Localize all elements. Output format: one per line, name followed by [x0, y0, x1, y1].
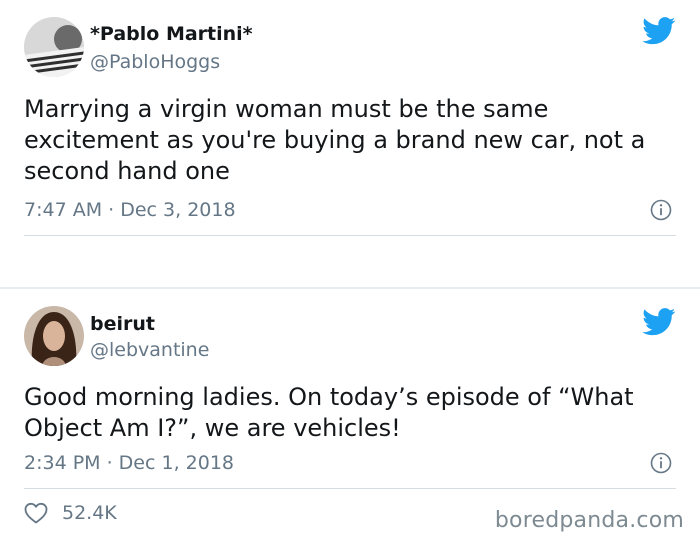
- tweet-card-2: beirut @lebvantine Good morning ladies. …: [0, 290, 700, 542]
- tweet-timestamp[interactable]: 7:47 AM · Dec 3, 2018: [24, 199, 236, 221]
- like-button[interactable]: 52.4K: [24, 502, 117, 524]
- heart-icon: [24, 502, 48, 524]
- divider: [24, 488, 676, 489]
- display-name[interactable]: *Pablo Martini*: [90, 23, 253, 45]
- tweet-timestamp[interactable]: 2:34 PM · Dec 1, 2018: [24, 452, 234, 474]
- twitter-bird-icon[interactable]: [642, 17, 676, 45]
- like-count: 52.4K: [62, 502, 117, 524]
- watermark: boredpanda.com: [494, 508, 684, 533]
- divider: [24, 235, 676, 236]
- avatar[interactable]: [24, 17, 84, 77]
- tweet-separator: [0, 287, 700, 289]
- info-icon[interactable]: [650, 452, 672, 474]
- info-icon[interactable]: [650, 199, 672, 221]
- user-handle[interactable]: @lebvantine: [90, 339, 209, 361]
- user-handle[interactable]: @PabloHoggs: [90, 51, 220, 73]
- tweet-text: Marrying a virgin woman must be the same…: [24, 95, 646, 185]
- tweet-card-1: *Pablo Martini* @PabloHoggs Marrying a v…: [0, 0, 700, 288]
- display-name[interactable]: beirut: [90, 313, 155, 335]
- avatar[interactable]: [24, 306, 84, 366]
- twitter-bird-icon[interactable]: [642, 308, 676, 336]
- tweet-text: Good morning ladies. On today’s episode …: [24, 383, 634, 442]
